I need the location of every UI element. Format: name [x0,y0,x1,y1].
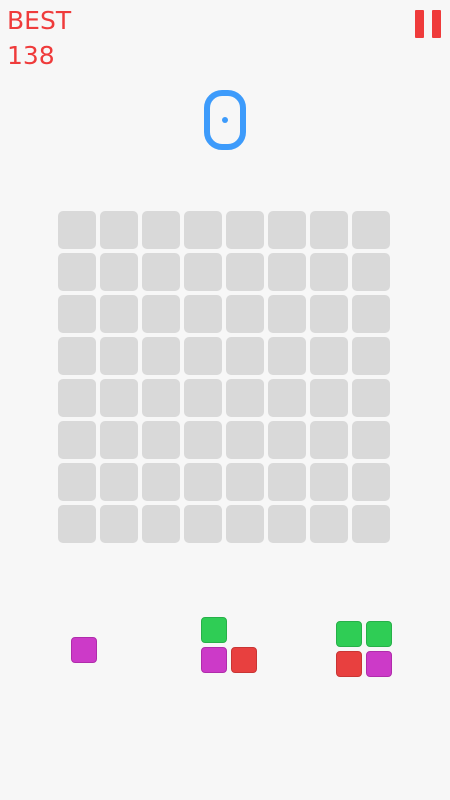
board-cell[interactable] [58,211,96,249]
board-cell[interactable] [310,379,348,417]
block-green [366,621,392,647]
board-cell[interactable] [226,505,264,543]
board-cell[interactable] [58,253,96,291]
board-cell[interactable] [184,379,222,417]
board-cell[interactable] [268,253,306,291]
board-cell[interactable] [142,337,180,375]
board-cell[interactable] [184,421,222,459]
board-cell[interactable] [352,463,390,501]
block-magenta [366,651,392,677]
board-cell[interactable] [352,421,390,459]
board-cell[interactable] [58,421,96,459]
board-cell[interactable] [268,463,306,501]
board-cell[interactable] [268,505,306,543]
board-cell[interactable] [58,463,96,501]
pause-button[interactable] [415,10,443,38]
board-cell[interactable] [226,211,264,249]
board-cell[interactable] [142,253,180,291]
board-cell[interactable] [142,463,180,501]
board-cell[interactable] [352,379,390,417]
block-green [336,621,362,647]
board-cell[interactable] [268,337,306,375]
board-cell[interactable] [352,337,390,375]
board-cell[interactable] [184,463,222,501]
board-cell[interactable] [352,505,390,543]
current-score: 0 [0,78,450,166]
board-cell[interactable] [310,295,348,333]
board-cell[interactable] [226,337,264,375]
board-cell[interactable] [352,295,390,333]
board-cell[interactable] [100,505,138,543]
board-cell[interactable] [184,505,222,543]
board-cell[interactable] [226,463,264,501]
board-cell[interactable] [352,211,390,249]
board-cell[interactable] [142,505,180,543]
game-screen: BEST 138 0 [0,0,450,800]
board-cell[interactable] [268,421,306,459]
board-cell[interactable] [100,211,138,249]
game-board[interactable] [58,211,394,547]
board-cell[interactable] [58,337,96,375]
board-cell[interactable] [310,505,348,543]
score-digit [204,90,246,150]
board-cell[interactable] [142,211,180,249]
block-magenta [71,637,97,663]
board-cell[interactable] [184,253,222,291]
board-cell[interactable] [226,379,264,417]
board-cell[interactable] [352,253,390,291]
board-cell[interactable] [184,295,222,333]
board-cell[interactable] [58,379,96,417]
board-cell[interactable] [100,463,138,501]
board-cell[interactable] [100,337,138,375]
block-red [231,647,257,673]
board-cell[interactable] [310,421,348,459]
board-cell[interactable] [100,253,138,291]
board-cell[interactable] [310,337,348,375]
board-cell[interactable] [142,379,180,417]
best-label: BEST [7,6,72,35]
board-cell[interactable] [142,295,180,333]
board-cell[interactable] [310,253,348,291]
board-cell[interactable] [184,211,222,249]
board-cell[interactable] [58,295,96,333]
board-cell[interactable] [226,295,264,333]
pause-bar-right [432,10,441,38]
tray-piece-single[interactable] [71,637,98,664]
board-cell[interactable] [310,463,348,501]
board-cell[interactable] [100,379,138,417]
board-cell[interactable] [100,295,138,333]
board-cell[interactable] [310,211,348,249]
board-cell[interactable] [268,211,306,249]
board-cell[interactable] [142,421,180,459]
best-score: 138 [7,41,55,70]
board-cell[interactable] [58,505,96,543]
block-green [201,617,227,643]
block-magenta [201,647,227,673]
board-cell[interactable] [184,337,222,375]
board-cell[interactable] [268,379,306,417]
tray-piece-square[interactable] [336,621,393,678]
board-cell[interactable] [268,295,306,333]
pause-bar-left [415,10,424,38]
board-cell[interactable] [100,421,138,459]
block-red [336,651,362,677]
board-cell[interactable] [226,421,264,459]
tray-piece-l-shape[interactable] [201,617,258,674]
board-cell[interactable] [226,253,264,291]
